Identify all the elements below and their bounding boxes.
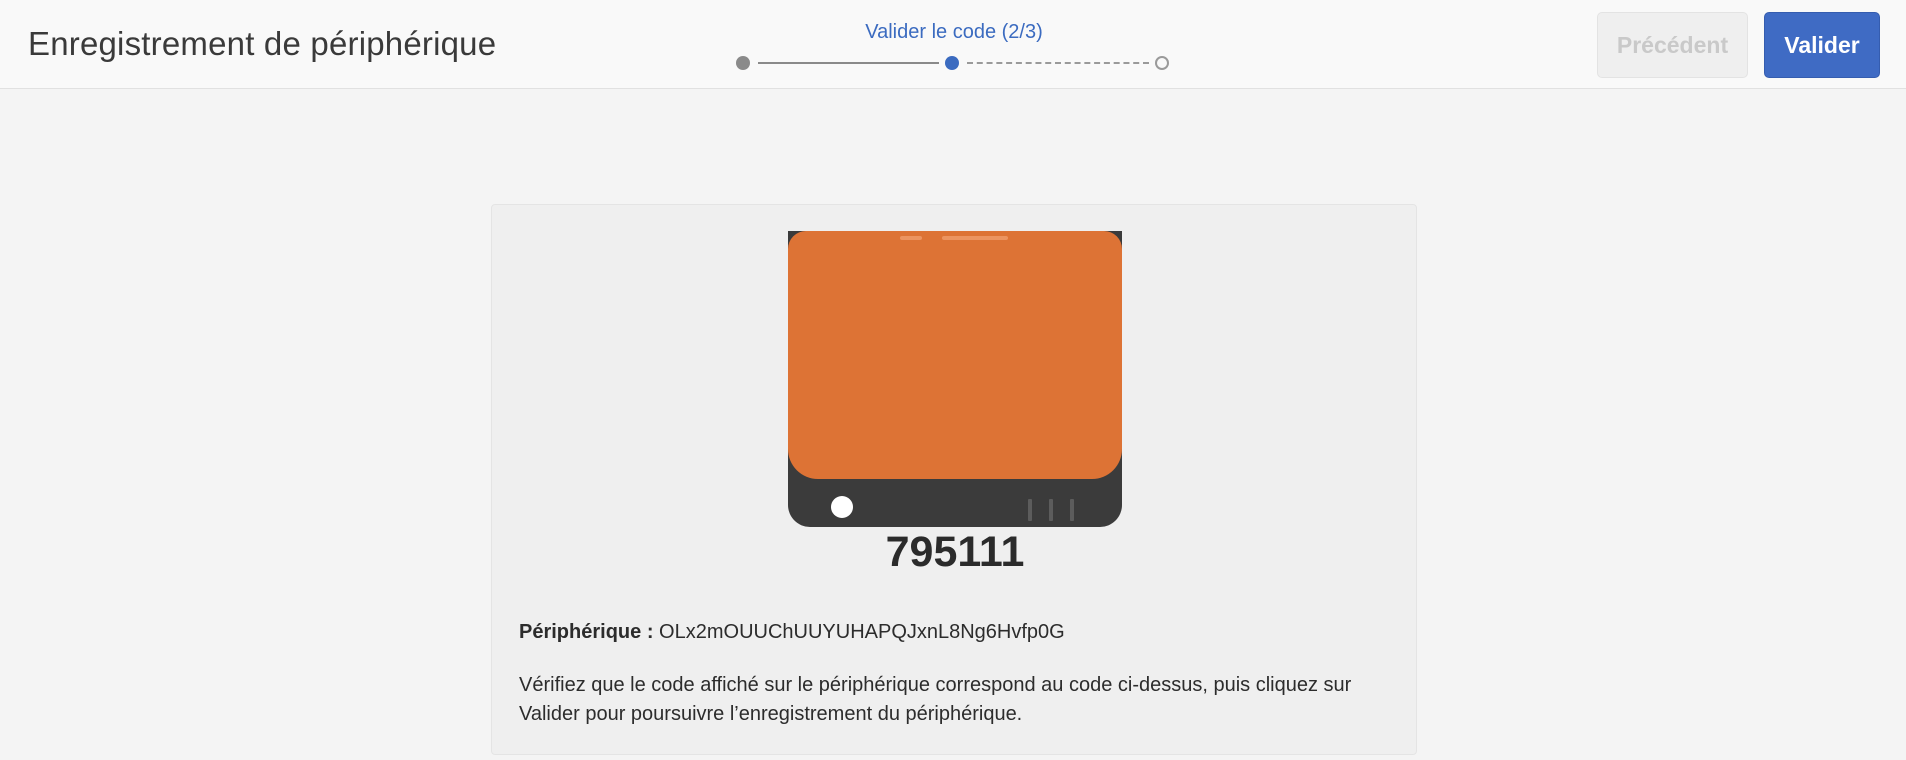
- stepper-label: Valider le code (2/3): [865, 21, 1043, 43]
- device-vent: [1070, 499, 1074, 521]
- step-1-dot: [736, 56, 750, 70]
- step-connector-pending: [967, 62, 1149, 64]
- device-screen-slot: [900, 236, 922, 240]
- device-power-button: [831, 496, 853, 518]
- progress-stepper: Valider le code (2/3): [736, 18, 1172, 78]
- device-vent: [1049, 499, 1053, 521]
- page-title: Enregistrement de périphérique: [28, 25, 497, 62]
- verification-code: 795111: [885, 528, 1025, 576]
- device-screen-slot: [942, 236, 1008, 240]
- step-3-dot: [1155, 56, 1169, 70]
- step-2-dot: [945, 56, 959, 70]
- device-label: Périphérique :: [519, 621, 654, 643]
- previous-button[interactable]: Précédent: [1597, 12, 1748, 78]
- step-connector-complete: [758, 62, 939, 64]
- device-id: OLx2mOUUChUUYUHAPQJxnL8Ng6Hvfp0G: [659, 621, 1065, 643]
- validate-button[interactable]: Valider: [1764, 12, 1880, 78]
- verification-card: 795111 Périphérique : OLx2mOUUChUUYUHAPQ…: [491, 204, 1417, 755]
- device-screen: [788, 231, 1122, 479]
- device-info: Périphérique : OLx2mOUUChUUYUHAPQJxnL8Ng…: [519, 621, 1065, 644]
- device-vent: [1028, 499, 1032, 521]
- top-bar: Enregistrement de périphérique Valider l…: [0, 0, 1906, 89]
- instructions-text: Vérifiez que le code affiché sur le péri…: [519, 674, 1352, 725]
- device-illustration: [788, 231, 1122, 527]
